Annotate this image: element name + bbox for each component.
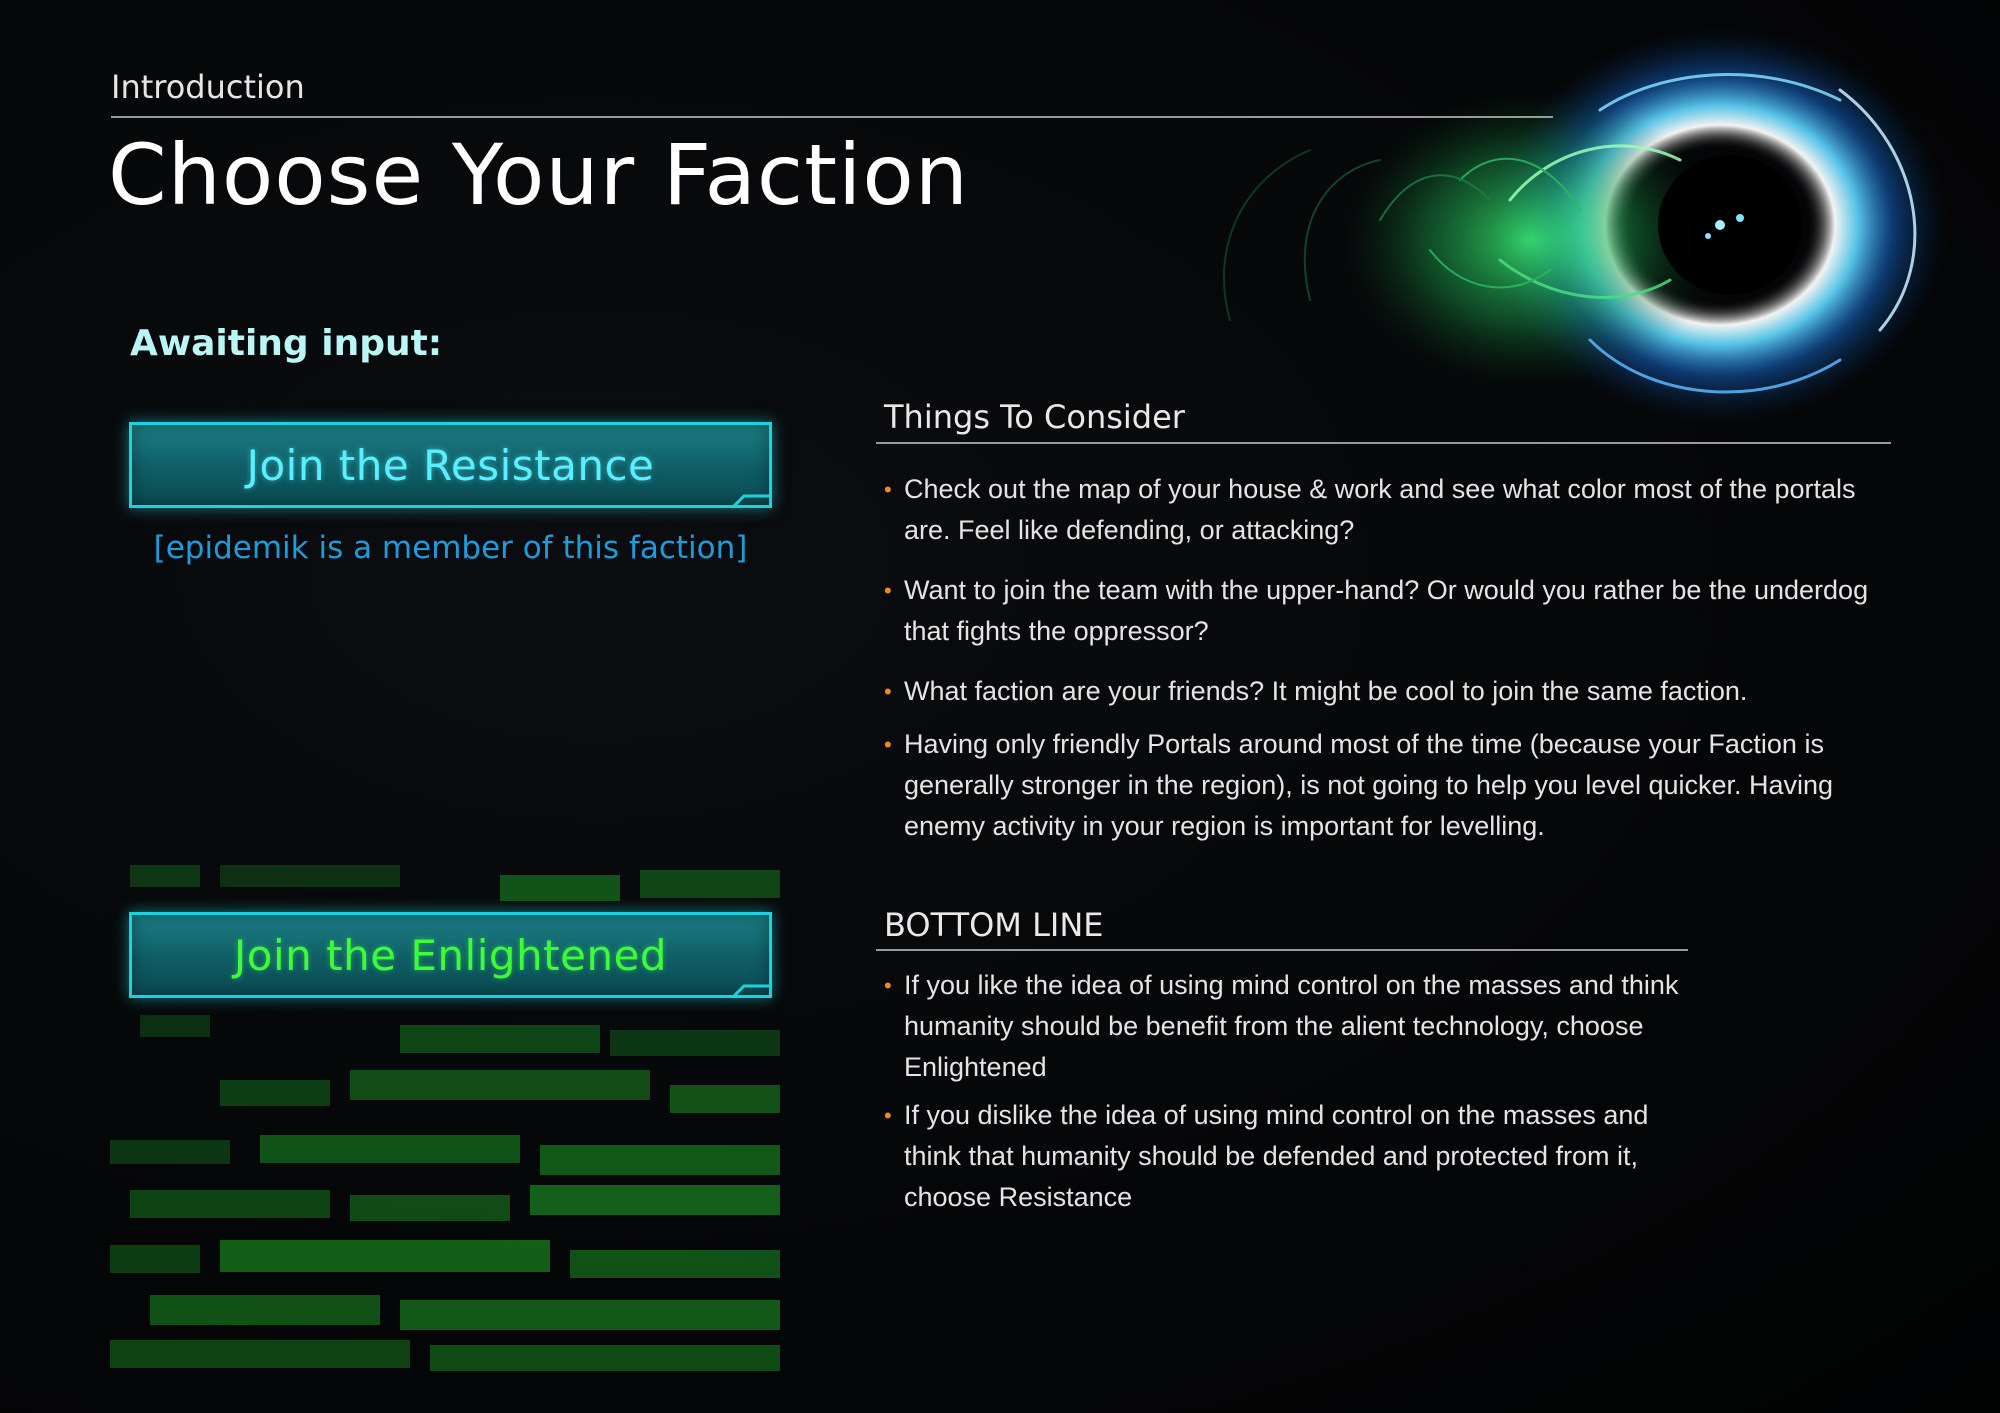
bullet-dot-icon: • <box>884 477 892 502</box>
join-resistance-label: Join the Resistance <box>246 440 655 490</box>
button-corner-notch-icon <box>732 494 772 508</box>
list-item: • Want to join the team with the upper-ha… <box>884 570 1894 652</box>
join-enlightened-button[interactable]: Join the Enlightened <box>129 912 772 998</box>
things-to-consider-heading: Things To Consider <box>884 398 1185 436</box>
join-resistance-button[interactable]: Join the Resistance <box>129 422 772 508</box>
bullet-dot-icon: • <box>884 578 892 603</box>
list-item: • Having only friendly Portals around mos… <box>884 724 1894 847</box>
faction-membership-note: [epidemik is a member of this faction] <box>153 530 748 566</box>
consider-list: • Check out the map of your house & work … <box>884 469 1894 866</box>
bottom-line-divider <box>876 949 1688 951</box>
bottom-line-heading: BOTTOM LINE <box>884 906 1104 944</box>
list-item: • What faction are your friends? It might… <box>884 671 1894 712</box>
list-item: • Check out the map of your house & work … <box>884 469 1894 551</box>
awaiting-input-label: Awaiting input: <box>130 323 443 364</box>
bullet-dot-icon: • <box>884 1103 892 1128</box>
bullet-dot-icon: • <box>884 732 892 757</box>
bottom-line-list: • If you like the idea of using mind cont… <box>884 965 1704 1225</box>
list-item-text: What faction are your friends? It might … <box>904 676 1748 706</box>
portal-art-image <box>1222 25 1950 425</box>
section-label: Introduction <box>111 68 305 106</box>
list-item-text: Want to join the team with the upper-han… <box>904 575 1869 646</box>
list-item: • If you dislike the idea of using mind c… <box>884 1095 1704 1218</box>
list-item-text: Check out the map of your house & work a… <box>904 474 1856 545</box>
join-enlightened-label: Join the Enlightened <box>233 930 668 980</box>
header-divider <box>111 116 1553 118</box>
list-item-text: Having only friendly Portals around most… <box>904 729 1834 841</box>
page-title: Choose Your Faction <box>108 126 970 224</box>
bullet-dot-icon: • <box>884 973 892 998</box>
list-item-text: If you dislike the idea of using mind co… <box>904 1100 1649 1212</box>
button-corner-notch-icon <box>732 984 772 998</box>
list-item-text: If you like the idea of using mind contr… <box>904 970 1679 1082</box>
bullet-dot-icon: • <box>884 679 892 704</box>
list-item: • If you like the idea of using mind cont… <box>884 965 1704 1088</box>
consider-divider <box>876 442 1891 444</box>
